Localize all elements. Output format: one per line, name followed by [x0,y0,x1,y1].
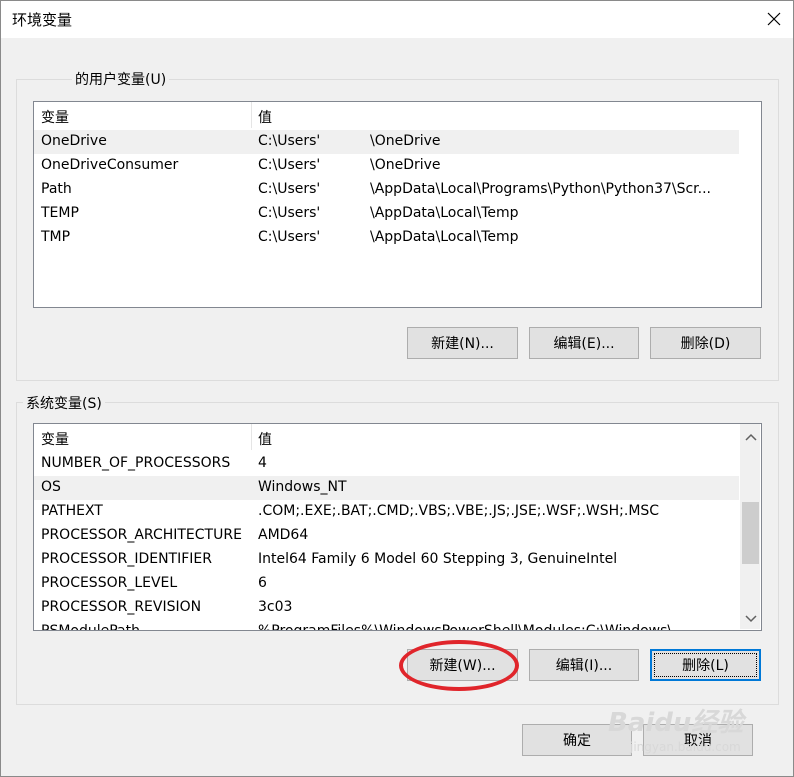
row-value: 3c03 [258,599,293,615]
user-row-onedriveconsumer[interactable]: OneDriveConsumer C:\Users' \OneDrive [34,154,739,178]
system-row[interactable]: NUMBER_OF_PROCESSORS 4 [34,452,739,476]
row-name: OneDrive [41,133,107,149]
system-list-header: 变量 值 [34,424,761,450]
row-name: PROCESSOR_ARCHITECTURE [41,527,242,543]
system-variables-label: 系统变量(S) [23,393,105,413]
row-value-prefix: C:\Users' [258,181,321,197]
row-value-suffix: \OneDrive [370,133,441,149]
row-value: Intel64 Family 6 Model 60 Stepping 3, Ge… [258,551,618,567]
system-list-scrollbar[interactable] [740,424,760,629]
column-variable[interactable]: 变量 [41,429,69,449]
row-value-prefix: C:\Users' [258,157,321,173]
row-name: TEMP [41,205,79,221]
row-name: NUMBER_OF_PROCESSORS [41,455,231,471]
chevron-up-icon [744,433,757,441]
column-variable[interactable]: 变量 [41,107,69,127]
system-row[interactable]: PATHEXT .COM;.EXE;.BAT;.CMD;.VBS;.VBE;.J… [34,500,739,524]
row-name: TMP [41,229,71,245]
system-row[interactable]: PROCESSOR_IDENTIFIER Intel64 Family 6 Mo… [34,548,739,572]
watermark-url: jingyan.baidu.com [630,740,741,754]
row-name: OneDriveConsumer [41,157,179,173]
row-value: 4 [258,455,267,471]
system-row[interactable]: PROCESSOR_REVISION 3c03 [34,596,739,620]
user-row-temp[interactable]: TEMP C:\Users' \AppData\Local\Temp [34,202,739,226]
row-name: PSModulePath [41,623,140,631]
row-value-suffix: \OneDrive [370,157,441,173]
column-separator[interactable] [251,424,252,450]
system-row[interactable]: PROCESSOR_ARCHITECTURE AMD64 [34,524,739,548]
row-value-suffix: \AppData\Local\Temp [370,205,519,221]
column-value[interactable]: 值 [258,429,272,449]
scroll-up-button[interactable] [742,428,759,445]
system-row[interactable]: PSModulePath %ProgramFiles%\WindowsPower… [34,620,739,631]
row-value-prefix: C:\Users' [258,133,321,149]
row-name: OS [41,479,61,495]
row-name: Path [41,181,72,197]
highlight-oval [399,640,519,691]
scroll-down-button[interactable] [742,610,759,627]
scroll-thumb[interactable] [742,502,759,564]
user-new-button[interactable]: 新建(N)... [407,327,518,359]
title-bar [0,0,794,38]
row-value-suffix: \AppData\Local\Programs\Python\Python37\… [370,181,712,197]
user-variables-list[interactable]: 变量 值 OneDrive C:\Users' \OneDrive OneDri… [33,101,762,308]
row-value-prefix: C:\Users' [258,205,321,221]
system-row[interactable]: OS Windows_NT [34,476,739,500]
close-icon [767,12,781,26]
user-row-onedrive[interactable]: OneDrive C:\Users' \OneDrive [34,130,739,154]
user-list-header: 变量 值 [34,102,761,128]
system-delete-button[interactable]: 删除(L) [650,649,761,681]
row-value: .COM;.EXE;.BAT;.CMD;.VBS;.VBE;.JS;.JSE;.… [258,503,660,519]
row-value-suffix: \AppData\Local\Temp [370,229,519,245]
window-title: 环境变量 [12,11,73,29]
system-edit-button[interactable]: 编辑(I)... [529,649,639,681]
row-name: PATHEXT [41,503,103,519]
row-value: %ProgramFiles%\WindowsPowerShell\Modules… [258,623,686,631]
row-name: PROCESSOR_IDENTIFIER [41,551,212,567]
row-value: 6 [258,575,267,591]
column-value[interactable]: 值 [258,107,272,127]
user-delete-button[interactable]: 删除(D) [650,327,761,359]
row-value: AMD64 [258,527,309,543]
user-edit-button[interactable]: 编辑(E)... [529,327,639,359]
user-row-tmp[interactable]: TMP C:\Users' \AppData\Local\Temp [34,226,739,250]
column-separator[interactable] [251,102,252,128]
user-variables-label: 的用户变量(U) [72,69,170,89]
chevron-down-icon [744,614,757,622]
watermark-brand: Baidu经验 [608,708,744,738]
row-name: PROCESSOR_REVISION [41,599,202,615]
system-row[interactable]: PROCESSOR_LEVEL 6 [34,572,739,596]
row-value-prefix: C:\Users' [258,229,321,245]
row-name: PROCESSOR_LEVEL [41,575,178,591]
system-variables-list[interactable]: 变量 值 NUMBER_OF_PROCESSORS 4 OS Windows_N… [33,423,762,631]
close-button[interactable] [757,2,791,36]
row-value: Windows_NT [258,479,347,495]
user-row-path[interactable]: Path C:\Users' \AppData\Local\Programs\P… [34,178,739,202]
